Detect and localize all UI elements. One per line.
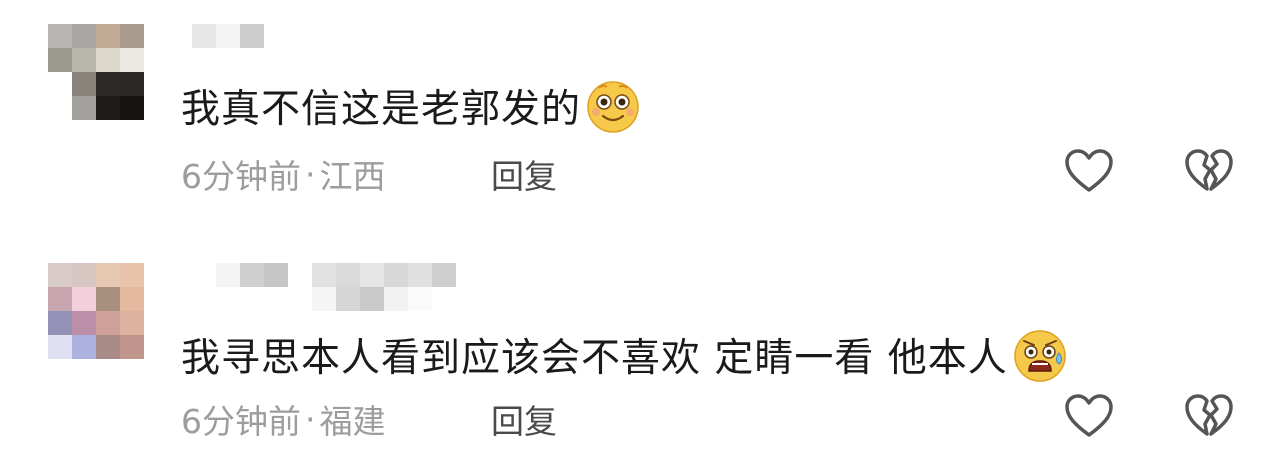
comment-item: 我真不信这是老郭发的 6分钟前 · 江西 回复 <box>0 0 1284 230</box>
avatar[interactable] <box>48 24 144 120</box>
comment-body: 我寻思本人看到应该会不喜欢 定睛一看 他本人 <box>181 336 1008 381</box>
comment-body: 我真不信这是老郭发的 <box>181 87 582 132</box>
reply-button[interactable]: 回复 <box>491 395 557 443</box>
comment-meta: 6分钟前 · 江西 <box>181 150 386 198</box>
heart-outline-icon[interactable] <box>1064 148 1114 194</box>
meta-separator: · <box>305 154 316 194</box>
comment-item: 我寻思本人看到应该会不喜欢 定睛一看 他本人 6分钟前 · 福建 回复 <box>0 255 1284 465</box>
shocked-sweat-face-emoji-icon <box>1014 330 1066 382</box>
username[interactable] <box>192 24 264 48</box>
comment-location: 江西 <box>319 157 386 196</box>
comment-time: 6分钟前 <box>181 402 301 441</box>
broken-heart-outline-icon[interactable] <box>1184 393 1234 439</box>
comment-location: 福建 <box>319 402 386 441</box>
smiling-face-emoji-icon <box>587 81 639 133</box>
heart-outline-icon[interactable] <box>1064 393 1114 439</box>
broken-heart-outline-icon[interactable] <box>1184 148 1234 194</box>
avatar[interactable] <box>48 263 144 359</box>
comment-text: 我真不信这是老郭发的 <box>181 78 641 134</box>
reply-button[interactable]: 回复 <box>491 150 557 198</box>
comment-meta: 6分钟前 · 福建 <box>181 395 386 443</box>
meta-separator: · <box>305 399 316 439</box>
comment-text: 我寻思本人看到应该会不喜欢 定睛一看 他本人 <box>181 327 1068 383</box>
username-extra <box>312 263 456 311</box>
username[interactable] <box>216 263 288 287</box>
comment-time: 6分钟前 <box>181 157 301 196</box>
